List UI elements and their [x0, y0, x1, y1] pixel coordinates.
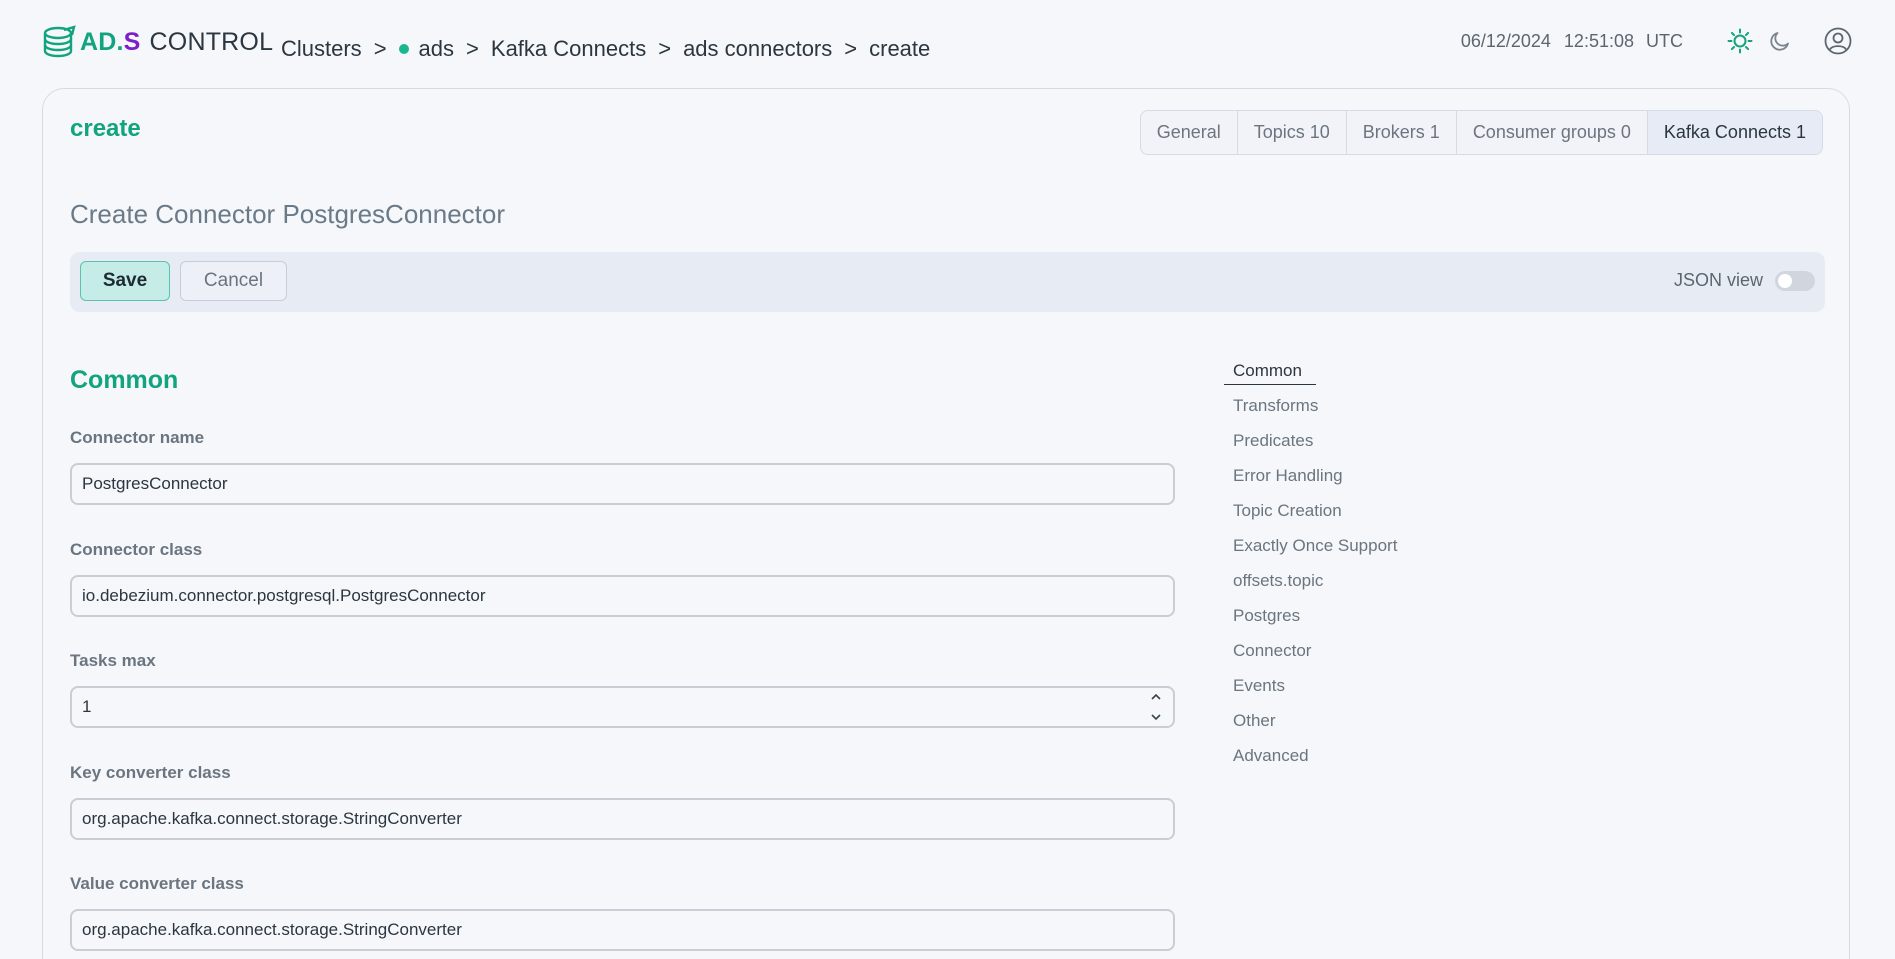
- breadcrumb-clusters[interactable]: Clusters: [281, 36, 362, 62]
- key-converter-input[interactable]: org.apache.kafka.connect.storage.StringC…: [70, 798, 1175, 840]
- connector-class-input[interactable]: io.debezium.connector.postgresql.Postgre…: [70, 575, 1175, 617]
- tab-kafka-connects[interactable]: Kafka Connects 1: [1647, 111, 1822, 154]
- section-nav-transforms[interactable]: Transforms: [1224, 396, 1397, 431]
- logo-text-control: CONTROL: [149, 27, 274, 56]
- toggle-knob: [1778, 273, 1792, 288]
- server-datetime: 06/12/2024 12:51:08: [1461, 31, 1642, 52]
- section-nav-common[interactable]: Common: [1224, 361, 1397, 396]
- sun-icon: [1727, 28, 1753, 54]
- dark-theme-button[interactable]: [1765, 26, 1795, 56]
- section-nav-postgres[interactable]: Postgres: [1224, 606, 1397, 641]
- value-converter-label: Value converter class: [70, 874, 244, 893]
- section-nav-events[interactable]: Events: [1224, 676, 1397, 711]
- section-nav-offsets-topic[interactable]: offsets.topic: [1224, 571, 1397, 606]
- value-converter-input[interactable]: org.apache.kafka.connect.storage.StringC…: [70, 909, 1175, 951]
- key-converter-label: Key converter class: [70, 763, 231, 782]
- logo-text-s: S: [123, 27, 141, 56]
- logo[interactable]: AD . S CONTROL: [42, 24, 273, 60]
- page-heading: Create Connector PostgresConnector: [70, 199, 506, 229]
- header-actions: 06/12/2024 12:51:08 UTC: [1461, 26, 1853, 56]
- breadcrumb-current: create: [869, 36, 931, 61]
- card-title: create: [70, 115, 141, 142]
- connector-name-label: Connector name: [70, 428, 205, 447]
- tab-topics[interactable]: Topics 10: [1238, 111, 1347, 154]
- breadcrumb-kafka-connects[interactable]: Kafka Connects: [491, 36, 646, 62]
- connector-class-label: Connector class: [70, 540, 203, 559]
- breadcrumb-cluster[interactable]: ads: [419, 36, 454, 62]
- tasks-max-value: 1: [82, 697, 92, 716]
- breadcrumb: Clusters > ads > Kafka Connects > ads co…: [281, 36, 930, 62]
- user-menu-button[interactable]: [1823, 26, 1853, 56]
- cancel-button[interactable]: Cancel: [180, 261, 287, 301]
- user-icon: [1824, 27, 1852, 55]
- tab-consumer-groups[interactable]: Consumer groups 0: [1457, 111, 1648, 154]
- tasks-max-label: Tasks max: [70, 651, 156, 670]
- app-header: AD . S CONTROL Clusters > ads > Kafka Co…: [0, 0, 1895, 88]
- connector-name-input[interactable]: PostgresConnector: [70, 463, 1175, 505]
- section-nav-other[interactable]: Other: [1224, 711, 1397, 746]
- section-nav-exactly-once[interactable]: Exactly Once Support: [1224, 536, 1397, 571]
- json-view-label: JSON view: [1673, 270, 1763, 290]
- tab-brokers[interactable]: Brokers 1: [1347, 111, 1457, 154]
- date-text: 06/12/2024: [1460, 30, 1551, 51]
- main-card: create General Topics 10 Brokers 1 Consu…: [42, 88, 1850, 959]
- cluster-tabs: General Topics 10 Brokers 1 Consumer gro…: [1139, 110, 1823, 155]
- section-nav: Common Transforms Predicates Error Handl…: [1224, 361, 1397, 781]
- section-nav-error-handling[interactable]: Error Handling: [1224, 466, 1397, 501]
- tasks-max-input[interactable]: 1: [70, 686, 1175, 728]
- tasks-max-stepper[interactable]: [1149, 693, 1163, 721]
- tab-general[interactable]: General: [1141, 111, 1238, 154]
- logo-text-ad: AD: [80, 27, 117, 56]
- moon-icon: [1770, 32, 1789, 51]
- time-text: 12:51:08: [1563, 30, 1634, 51]
- breadcrumb-separator: >: [844, 36, 858, 61]
- database-logo-icon: [43, 25, 76, 58]
- light-theme-button[interactable]: [1725, 26, 1755, 56]
- section-title-common: Common: [70, 366, 179, 394]
- logo-text-dot: .: [116, 27, 124, 56]
- timezone-text: UTC: [1646, 30, 1683, 51]
- chevron-up-icon[interactable]: [1150, 693, 1162, 701]
- json-view-toggle[interactable]: [1775, 270, 1815, 291]
- section-nav-connector[interactable]: Connector: [1224, 641, 1397, 676]
- breadcrumb-separator: >: [466, 36, 479, 61]
- action-toolbar: Save Cancel JSON view: [70, 252, 1825, 312]
- json-view-control: JSON view: [1674, 270, 1815, 291]
- breadcrumb-separator: >: [373, 36, 387, 61]
- cluster-status-dot: [398, 44, 409, 54]
- section-nav-predicates[interactable]: Predicates: [1224, 431, 1397, 466]
- breadcrumb-separator: >: [658, 36, 672, 61]
- breadcrumb-connectors[interactable]: ads connectors: [683, 36, 832, 62]
- save-button[interactable]: Save: [80, 261, 170, 301]
- section-nav-topic-creation[interactable]: Topic Creation: [1224, 501, 1397, 536]
- chevron-down-icon[interactable]: [1150, 713, 1162, 721]
- section-nav-advanced[interactable]: Advanced: [1224, 746, 1397, 781]
